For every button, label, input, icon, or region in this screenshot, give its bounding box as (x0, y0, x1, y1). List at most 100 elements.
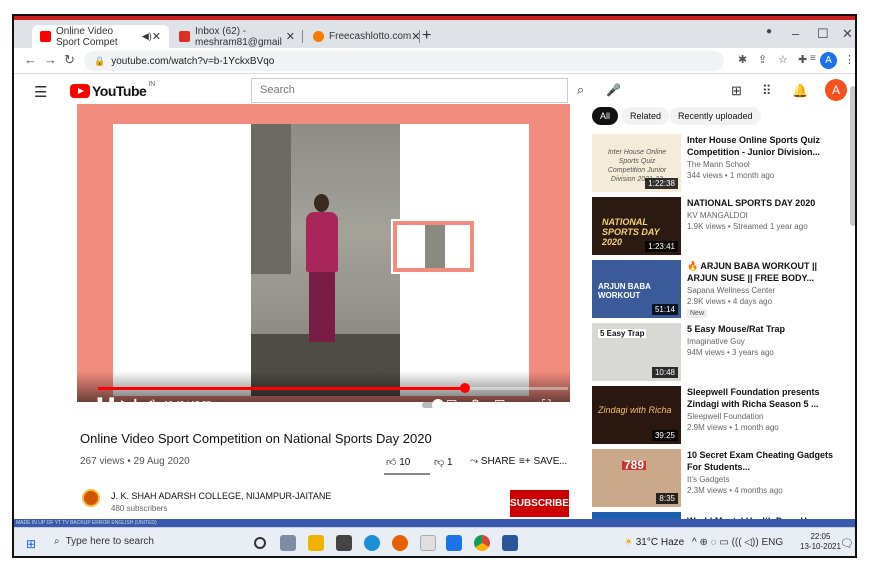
new-tab-icon[interactable]: + (422, 27, 431, 45)
video-thumbnail[interactable]: 5 Easy Trap 10:48 (592, 323, 681, 381)
recommendation-title[interactable]: Inter House Online Sports Quiz Competiti… (687, 134, 837, 158)
chip-recently-uploaded[interactable]: Recently uploaded (670, 107, 761, 125)
system-tray[interactable]: ^ ⊕ ◌ ▭ ((( ◁)) ENG (692, 537, 783, 548)
url-bar[interactable]: 🔒 youtube.com/watch?v=b-1YckxBVqo (84, 51, 724, 71)
channel-avatar[interactable] (82, 489, 100, 507)
windows-start-icon[interactable]: ⊞ (26, 537, 36, 551)
recommendation-title[interactable]: Sleepwell Foundation presents Zindagi wi… (687, 386, 837, 410)
close-tab-icon[interactable]: ✕ (286, 30, 295, 43)
chrome-icon[interactable] (474, 535, 490, 551)
fullscreen-icon[interactable]: ⛶ (542, 397, 550, 412)
cortana-icon[interactable] (254, 537, 266, 549)
recommendation-title[interactable]: NATIONAL SPORTS DAY 2020 (687, 197, 837, 209)
channel-name[interactable]: J. K. SHAH ADARSH COLLEGE, NIJAMPUR-JAIT… (111, 491, 331, 501)
next-icon[interactable]: ▶❙ (121, 397, 140, 411)
like-button[interactable]: 👍︎ 10 (386, 456, 410, 468)
notifications-bell-icon[interactable]: 🔔 (792, 83, 808, 99)
more-actions-button[interactable]: ... (559, 456, 567, 467)
duration-badge: 8:35 (656, 493, 678, 504)
notification-center-icon[interactable]: 🗨 (840, 537, 854, 550)
time-display: 10:42 / 13:37 (164, 400, 211, 409)
recommendation-item[interactable]: 789 8:35 10 Secret Exam Cheating Gadgets… (592, 449, 852, 511)
store-icon[interactable] (336, 535, 352, 551)
app-icon[interactable] (420, 535, 436, 551)
back-icon[interactable]: ← (24, 52, 37, 67)
chip-all[interactable]: All (592, 107, 619, 125)
progress-scrubber[interactable] (459, 383, 470, 393)
file-explorer-icon[interactable] (308, 535, 324, 551)
mail-icon[interactable] (446, 535, 462, 551)
share-button[interactable]: ⤳ SHARE (470, 456, 515, 467)
recommendation-item[interactable]: 5 Easy Trap 10:48 5 Easy Mouse/Rat Trap … (592, 323, 852, 385)
duration-badge: 1:23:41 (645, 241, 678, 252)
video-player[interactable] (77, 104, 570, 402)
recommendation-item[interactable]: Zindagi with Richa 39:25 Sleepwell Found… (592, 386, 852, 448)
forward-icon[interactable]: → (44, 52, 57, 67)
hamburger-menu-icon[interactable]: ☰ (34, 83, 47, 101)
reload-icon[interactable]: ↻ (64, 52, 75, 68)
task-view-icon[interactable] (280, 535, 296, 551)
recommendation-title[interactable]: 🔥 ARJUN BABA WORKOUT || ARJUN SUSE || FR… (687, 260, 837, 284)
extension-icon[interactable]: ✱ (738, 53, 747, 66)
seek-preview-thumbnail (391, 219, 476, 274)
tab-gmail[interactable]: Inbox (62) - meshram81@gmail ✕ (171, 25, 303, 48)
microphone-icon[interactable]: 🎤 (606, 83, 621, 97)
video-thumbnail[interactable]: NATIONAL SPORTS DAY 2020 1:23:41 (592, 197, 681, 255)
page-scrollbar[interactable] (850, 86, 855, 226)
recommendation-item[interactable]: Inter House Online Sports Quiz Competiti… (592, 134, 852, 196)
weather-text: 31°C Haze (635, 537, 685, 548)
minimize-icon[interactable]: – (792, 26, 799, 41)
video-thumbnail[interactable]: 789 8:35 (592, 449, 681, 507)
thumbnail-text: 5 Easy Trap (598, 329, 647, 338)
reading-list-icon[interactable]: ≡ (810, 53, 816, 64)
search-input[interactable]: Search (251, 78, 568, 103)
video-thumbnail[interactable]: ARJUN BABA WORKOUT 51:14 (592, 260, 681, 318)
subscribe-button[interactable]: SUBSCRIBE (510, 490, 569, 517)
tab-youtube[interactable]: Online Video Sport Compet ◀) ✕ (32, 25, 169, 48)
settings-gear-icon[interactable]: ⚙ (470, 397, 481, 411)
recommendation-item[interactable]: ARJUN BABA WORKOUT 51:14 🔥 ARJUN BABA WO… (592, 260, 852, 322)
progress-bar[interactable] (98, 383, 568, 393)
video-thumbnail[interactable]: Inter House Online Sports Quiz Competiti… (592, 134, 681, 192)
clock-date: 13-10-2021 (800, 542, 841, 551)
apps-grid-icon[interactable]: ⠿ (762, 83, 772, 99)
firefox-icon[interactable] (392, 535, 408, 551)
tab-freecashlotto[interactable]: Freecashlotto.com ✕ (305, 25, 420, 48)
search-icon[interactable]: ⌕ (568, 78, 593, 103)
chip-related[interactable]: Related (622, 107, 670, 125)
progress-fill (98, 387, 465, 390)
close-tab-icon[interactable]: ✕ (152, 30, 161, 43)
video-thumbnail[interactable]: Zindagi with Richa 39:25 (592, 386, 681, 444)
recommendation-title[interactable]: 5 Easy Mouse/Rat Trap (687, 323, 837, 335)
save-button[interactable]: ≡+ SAVE (519, 456, 559, 467)
create-video-icon[interactable]: ⊞ (731, 83, 742, 99)
maximize-icon[interactable]: ☐ (817, 26, 829, 42)
browser-menu-icon[interactable]: ⋮ (844, 53, 855, 66)
taskbar-clock[interactable]: 22:05 13-10-2021 (800, 532, 841, 552)
weather-widget[interactable]: ☀ 31°C Haze (624, 537, 684, 548)
pause-icon[interactable]: ❚❚ (94, 395, 117, 412)
close-window-icon[interactable]: ✕ (842, 26, 853, 42)
youtube-header: ☰ YouTube IN Search ⌕ 🎤 ⊞ ⠿ 🔔 A (14, 75, 855, 107)
dislike-button[interactable]: 👎︎ 1 (434, 456, 453, 468)
autoplay-toggle[interactable] (422, 399, 444, 411)
edge-icon[interactable] (364, 535, 380, 551)
word-icon[interactable] (502, 535, 518, 551)
recommendation-title[interactable]: 10 Secret Exam Cheating Gadgets For Stud… (687, 449, 837, 473)
user-avatar[interactable]: A (825, 79, 847, 101)
thumbnail-text: 789 (622, 458, 647, 472)
share-page-icon[interactable]: ⇪ (758, 53, 767, 66)
theater-mode-icon[interactable]: ▭ (518, 397, 529, 411)
recommendation-item[interactable]: NATIONAL SPORTS DAY 2020 1:23:41 NATIONA… (592, 197, 852, 259)
profile-indicator-icon[interactable]: ● (766, 26, 772, 37)
puzzle-icon[interactable]: ✚ (798, 53, 807, 66)
youtube-logo[interactable]: YouTube IN (70, 81, 155, 99)
taskbar-search[interactable]: ⌕ Type here to search (54, 536, 154, 547)
volume-icon[interactable]: ◀) (143, 397, 156, 411)
recommendation-channel: Sleepwell Foundation (687, 412, 764, 421)
bookmark-star-icon[interactable]: ☆ (778, 53, 788, 66)
video-meta: 267 views • 29 Aug 2020 (80, 456, 190, 467)
browser-profile-avatar[interactable]: A (820, 52, 837, 69)
miniplayer-icon[interactable]: ▣ (494, 397, 505, 411)
subtitles-icon[interactable]: ▤ (446, 397, 457, 411)
